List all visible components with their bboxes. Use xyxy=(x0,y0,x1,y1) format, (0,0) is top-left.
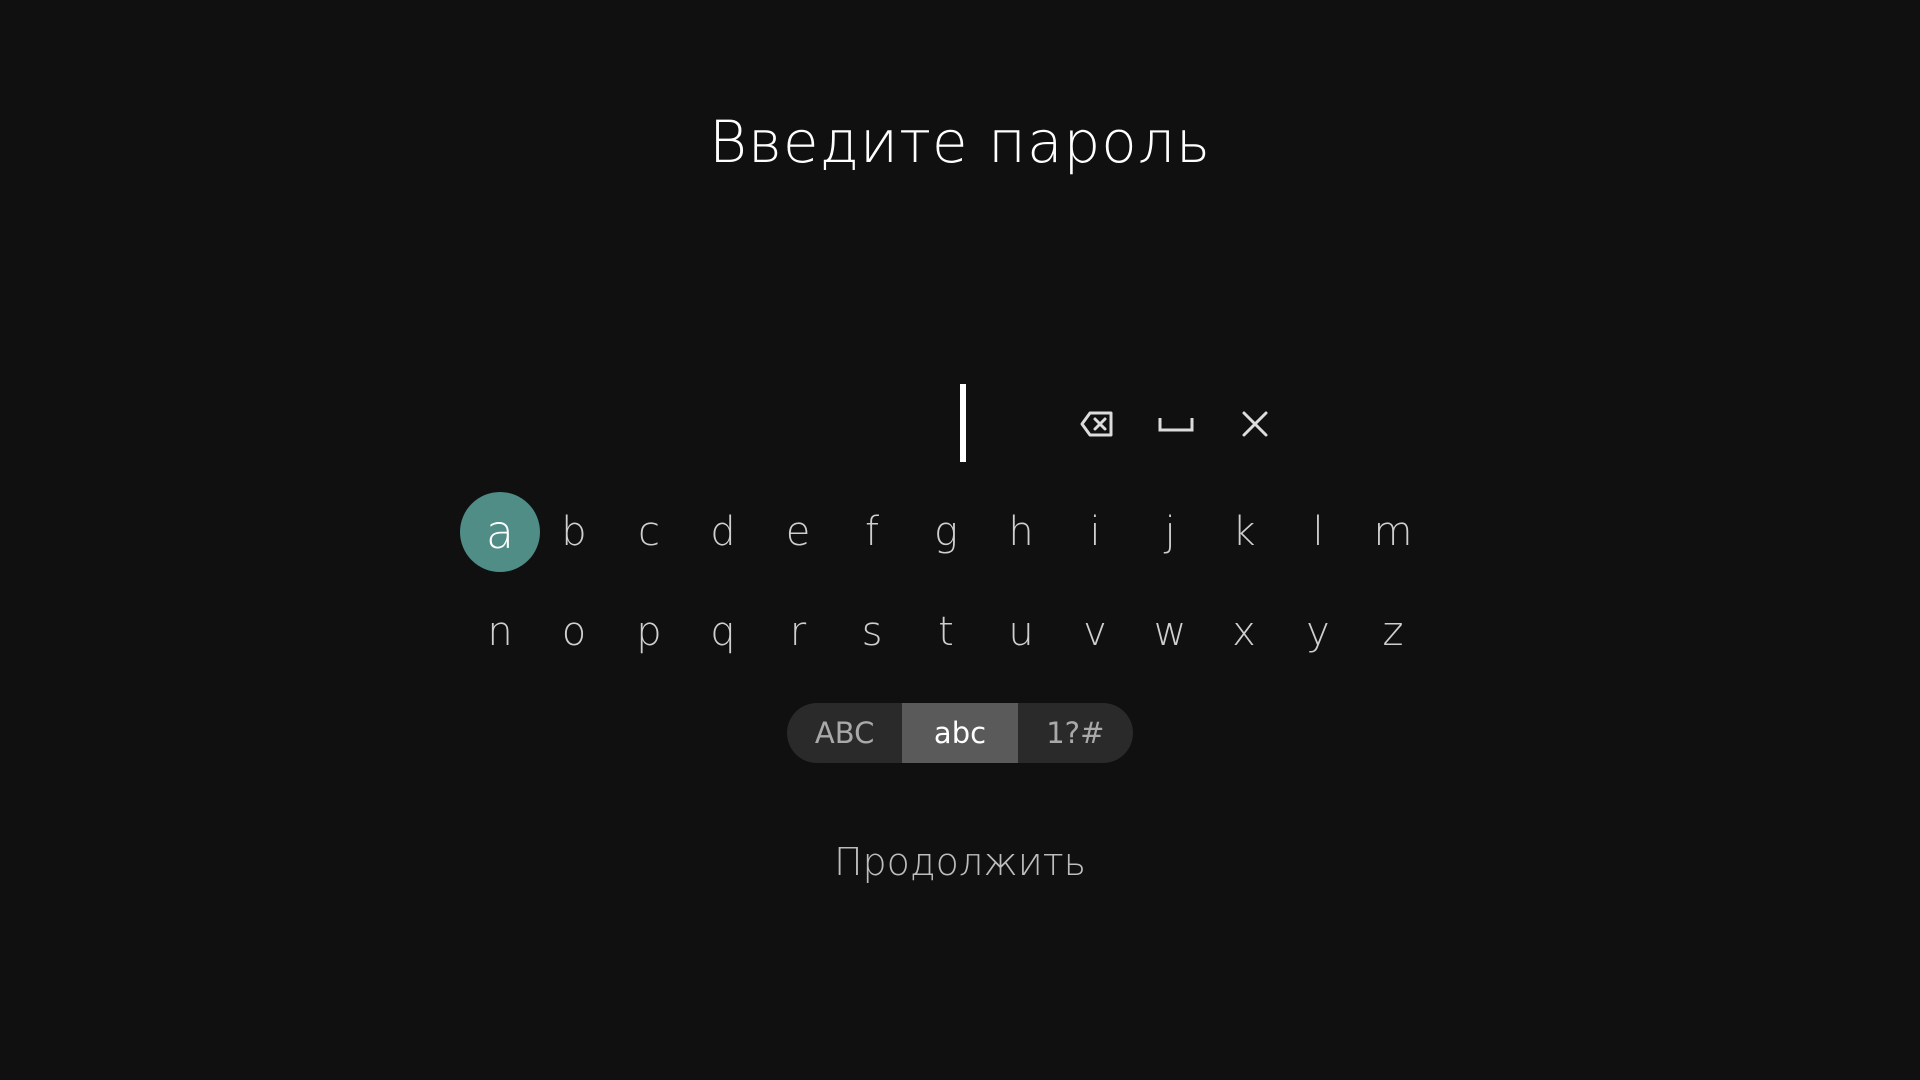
backspace-button[interactable] xyxy=(1067,396,1127,452)
text-caret xyxy=(960,384,966,462)
key-t[interactable]: t xyxy=(906,592,986,672)
keyboard-mode-switch: ABC abc 1?# xyxy=(787,703,1133,763)
backspace-icon xyxy=(1080,411,1113,437)
key-s[interactable]: s xyxy=(832,592,912,672)
keyboard-row-2: n o p q r s t u v w x y z xyxy=(460,592,1460,672)
input-row xyxy=(0,380,1920,470)
close-button[interactable] xyxy=(1225,396,1285,452)
key-c[interactable]: c xyxy=(609,492,689,572)
key-w[interactable]: w xyxy=(1130,592,1210,672)
key-h[interactable]: h xyxy=(981,492,1061,572)
key-q[interactable]: q xyxy=(683,592,763,672)
key-k[interactable]: k xyxy=(1204,492,1284,572)
key-r[interactable]: r xyxy=(758,592,838,672)
mode-lowercase-button[interactable]: abc xyxy=(902,703,1018,763)
key-y[interactable]: y xyxy=(1278,592,1358,672)
continue-button[interactable]: Продолжить xyxy=(0,840,1920,884)
key-o[interactable]: o xyxy=(534,592,614,672)
key-e[interactable]: e xyxy=(758,492,838,572)
key-z[interactable]: z xyxy=(1353,592,1433,672)
password-entry-screen: Введите пароль a b c d e f g h i j k l m… xyxy=(0,0,1920,1080)
key-f[interactable]: f xyxy=(832,492,912,572)
key-g[interactable]: g xyxy=(906,492,986,572)
mode-symbols-button[interactable]: 1?# xyxy=(1018,703,1133,763)
page-title: Введите пароль xyxy=(708,108,1212,176)
space-button[interactable] xyxy=(1146,396,1206,452)
key-i[interactable]: i xyxy=(1055,492,1135,572)
keyboard-row-1: a b c d e f g h i j k l m xyxy=(460,492,1460,572)
space-icon xyxy=(1158,418,1194,432)
key-d[interactable]: d xyxy=(683,492,763,572)
key-l[interactable]: l xyxy=(1278,492,1358,572)
key-a[interactable]: a xyxy=(460,492,540,572)
key-v[interactable]: v xyxy=(1055,592,1135,672)
key-m[interactable]: m xyxy=(1353,492,1433,572)
key-x[interactable]: x xyxy=(1204,592,1284,672)
key-u[interactable]: u xyxy=(981,592,1061,672)
key-p[interactable]: p xyxy=(609,592,689,672)
key-n[interactable]: n xyxy=(460,592,540,672)
password-field[interactable] xyxy=(640,380,1040,470)
close-icon xyxy=(1242,411,1268,437)
mode-uppercase-button[interactable]: ABC xyxy=(787,703,902,763)
key-b[interactable]: b xyxy=(534,492,614,572)
key-j[interactable]: j xyxy=(1130,492,1210,572)
